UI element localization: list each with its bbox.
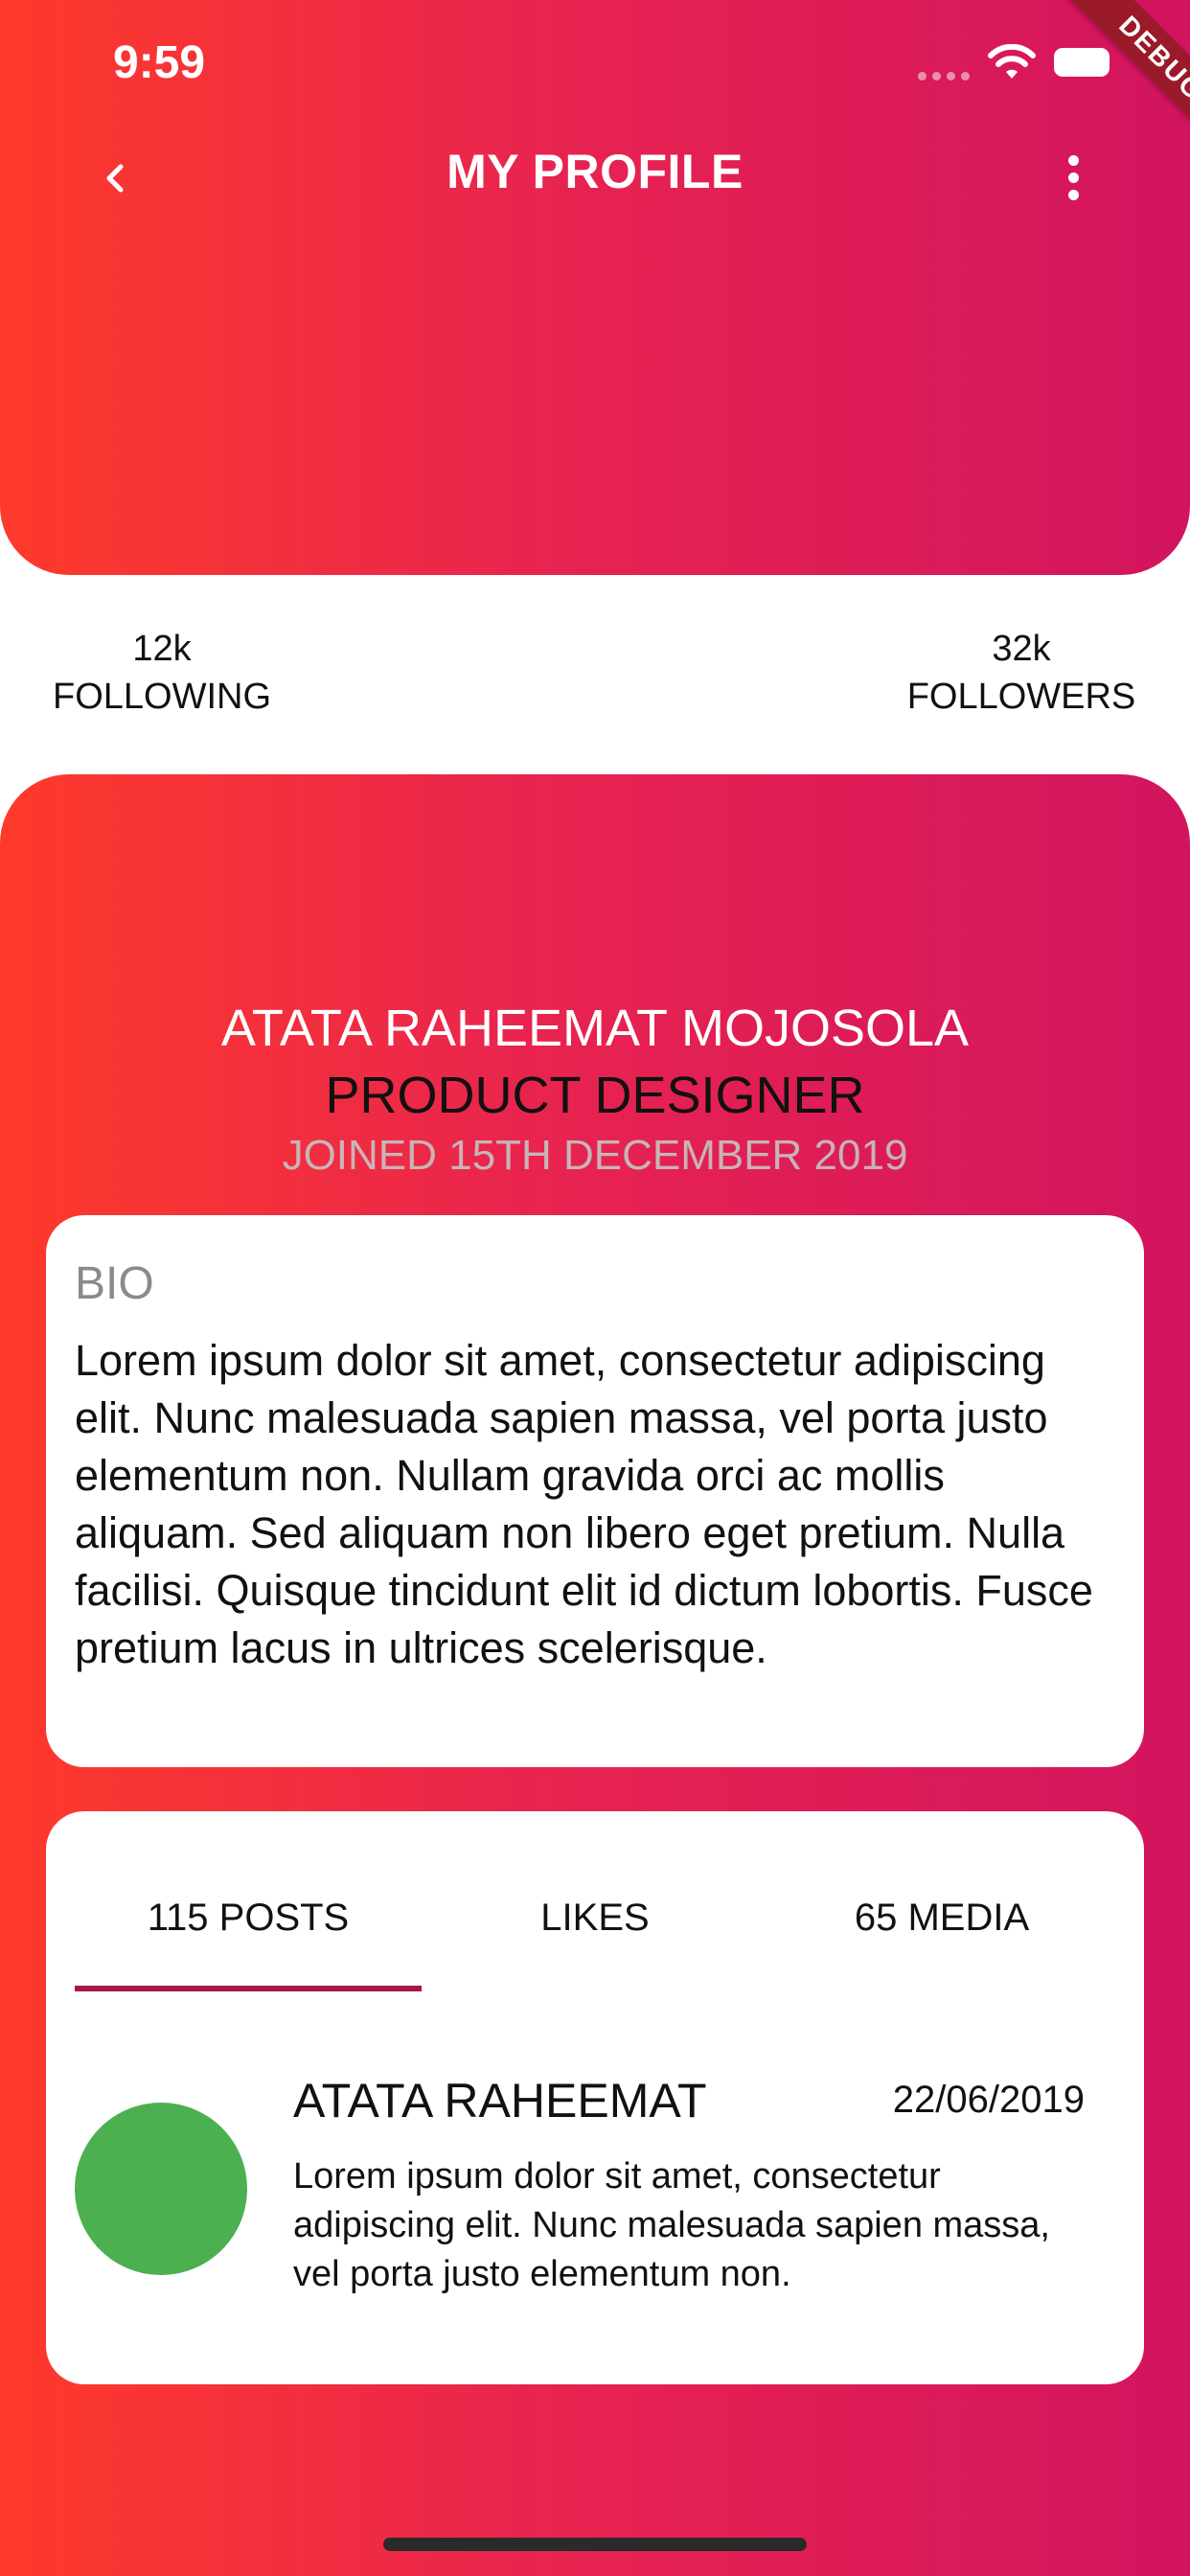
page-title: MY PROFILE	[446, 145, 744, 198]
following-stat[interactable]: 12k FOLLOWING	[34, 625, 289, 721]
list-item[interactable]: ATATA RAHEEMAT 22/06/2019 Lorem ipsum do…	[75, 2022, 1115, 2329]
tab-likes[interactable]: LIKES	[422, 1894, 768, 1942]
top-app-bar: MY PROFILE	[0, 126, 1190, 222]
profile-role: PRODUCT DESIGNER	[325, 1067, 865, 1124]
wifi-icon	[988, 44, 1036, 79]
profile-screen: 9:59 DEBUG MY PROFILE 12k FOLLOWING 32k	[0, 0, 1190, 2576]
status-time: 9:59	[113, 37, 206, 88]
post-date: 22/06/2019	[892, 2079, 1085, 2121]
avatar	[75, 2103, 247, 2275]
status-bar: 9:59 DEBUG	[0, 0, 1190, 176]
cellular-signal-icon	[918, 72, 970, 80]
post-author: ATATA RAHEEMAT	[293, 2074, 707, 2128]
followers-label: FOLLOWERS	[906, 677, 1136, 717]
post-body: Lorem ipsum dolor sit amet, consectetur …	[293, 2156, 1050, 2294]
more-options-button[interactable]	[1044, 144, 1102, 211]
bio-card: BIO Lorem ipsum dolor sit amet, consecte…	[46, 1215, 1144, 1767]
profile-name: ATATA RAHEEMAT MOJOSOLA	[220, 1000, 970, 1057]
active-tab-indicator	[75, 1986, 422, 1991]
more-vertical-icon	[1067, 154, 1079, 166]
profile-joined-date: JOINED 15TH DECEMBER 2019	[282, 1132, 908, 1179]
tab-media[interactable]: 65 MEDIA	[768, 1894, 1115, 1942]
home-indicator[interactable]	[383, 2538, 807, 2551]
battery-icon	[1054, 48, 1110, 77]
following-label: FOLLOWING	[52, 677, 272, 717]
tab-posts[interactable]: 115 POSTS	[75, 1894, 422, 1942]
following-count: 12k	[132, 629, 192, 669]
bio-label: BIO	[75, 1258, 154, 1309]
posts-card: 115 POSTS LIKES 65 MEDIA ATATA RAHEEMAT …	[46, 1811, 1144, 2384]
bio-text: Lorem ipsum dolor sit amet, consectetur …	[75, 1336, 1093, 1672]
followers-stat[interactable]: 32k FOLLOWERS	[889, 625, 1154, 721]
followers-count: 32k	[992, 629, 1051, 669]
